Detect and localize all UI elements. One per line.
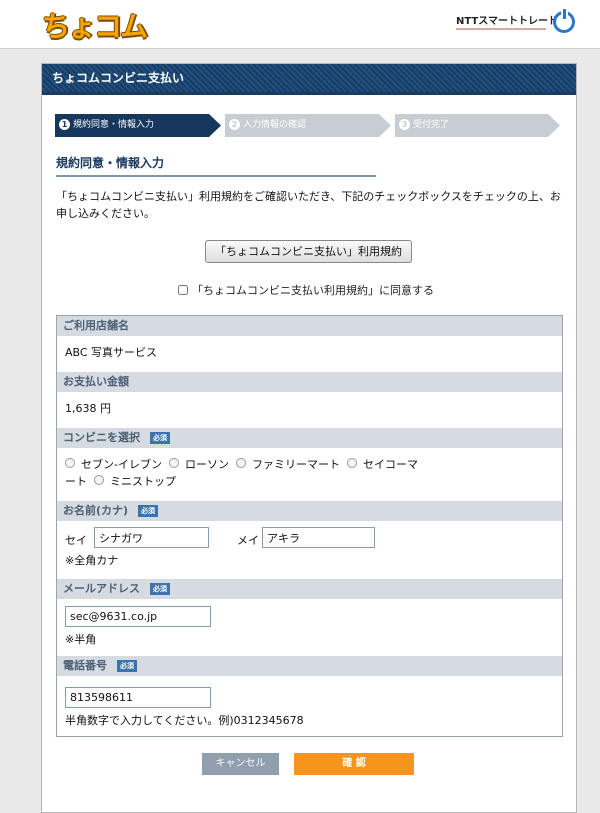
agree-checkbox-row[interactable]: 「ちょコムコンビニ支払い利用規約」に同意する	[178, 282, 434, 298]
email-note: ※半角	[65, 633, 97, 646]
radio-lawson[interactable]: ローソン	[168, 458, 229, 471]
radio-ministop[interactable]: ミニストップ	[94, 475, 176, 488]
terms-button[interactable]: 「ちょコムコンビニ支払い」利用規約	[205, 240, 412, 263]
radio-familymart[interactable]: ファミリーマート	[235, 458, 340, 471]
agree-checkbox[interactable]	[178, 285, 188, 295]
required-badge: 必須	[117, 660, 137, 672]
power-icon[interactable]	[553, 9, 575, 33]
sei-input[interactable]	[94, 527, 209, 548]
radio-icon[interactable]	[65, 458, 75, 468]
step-label: 入力情報の確認	[243, 120, 307, 130]
radio-icon[interactable]	[346, 458, 357, 468]
step-number: 1	[59, 119, 70, 130]
cancel-button[interactable]: キャンセル	[202, 753, 279, 775]
convenience-options: セブン-イレブン ローソン ファミリーマート セイコーマート ミニストップ	[65, 456, 425, 490]
panel-title: ちょコムコンビニ支払い	[42, 64, 576, 95]
amount-value: 1,638 円	[65, 402, 111, 415]
store-header: ご利用店舗名	[57, 316, 562, 336]
name-header: お名前(カナ) 必須	[57, 501, 562, 521]
convenience-header: コンビニを選択 必須	[57, 428, 562, 448]
top-header: ちょコム NTTスマートトレード	[0, 0, 600, 49]
progress-steps: 1 規約同意・情報入力 2 入力情報の確認 3 受付完了	[55, 114, 560, 137]
name-note: ※全角カナ	[65, 554, 119, 567]
step-number: 3	[399, 119, 410, 130]
step-label: 受付完了	[413, 120, 450, 130]
input-form: ご利用店舗名 ABC 写真サービス お支払い金額 1,638 円 コンビニを選択…	[56, 315, 563, 737]
step-number: 2	[229, 119, 240, 130]
radio-icon[interactable]	[168, 458, 179, 468]
radio-icon[interactable]	[94, 475, 104, 485]
phone-input[interactable]	[65, 687, 211, 708]
confirm-button[interactable]: 確 認	[294, 753, 414, 775]
required-badge: 必須	[150, 583, 170, 595]
amount-header: お支払い金額	[57, 372, 562, 392]
step-1: 1 規約同意・情報入力	[55, 114, 221, 137]
payment-panel: ちょコムコンビニ支払い 1 規約同意・情報入力 2 入力情報の確認 3 受付完了 規約…	[41, 63, 577, 813]
section-heading: 規約同意・情報入力	[56, 154, 376, 177]
provider-logo: NTTスマートトレード	[456, 16, 558, 27]
store-value: ABC 写真サービス	[65, 346, 158, 359]
email-input[interactable]	[65, 606, 211, 627]
required-badge: 必須	[150, 432, 170, 444]
choicom-logo: ちょコム	[42, 10, 148, 43]
radio-icon[interactable]	[235, 458, 246, 468]
step-label: 規約同意・情報入力	[73, 120, 155, 130]
step-2: 2 入力情報の確認	[225, 114, 391, 137]
mei-label: メイ	[237, 534, 259, 547]
provider-underline	[456, 28, 546, 30]
mei-input[interactable]	[262, 527, 375, 548]
agree-label: 「ちょコムコンビニ支払い利用規約」に同意する	[192, 284, 434, 297]
phone-header: 電話番号 必須	[57, 656, 562, 676]
required-badge: 必須	[138, 505, 159, 517]
sei-label: セイ	[65, 534, 87, 547]
phone-note: 半角数字で入力してください。例)0312345678	[65, 714, 304, 727]
intro-text: 「ちょコムコンビニ支払い」利用規約をご確認いただき、下記のチェックボックスをチェ…	[56, 190, 561, 220]
email-header: メールアドレス 必須	[57, 579, 562, 599]
radio-seven-eleven[interactable]: セブン-イレブン	[65, 458, 162, 471]
step-3: 3 受付完了	[395, 114, 560, 137]
